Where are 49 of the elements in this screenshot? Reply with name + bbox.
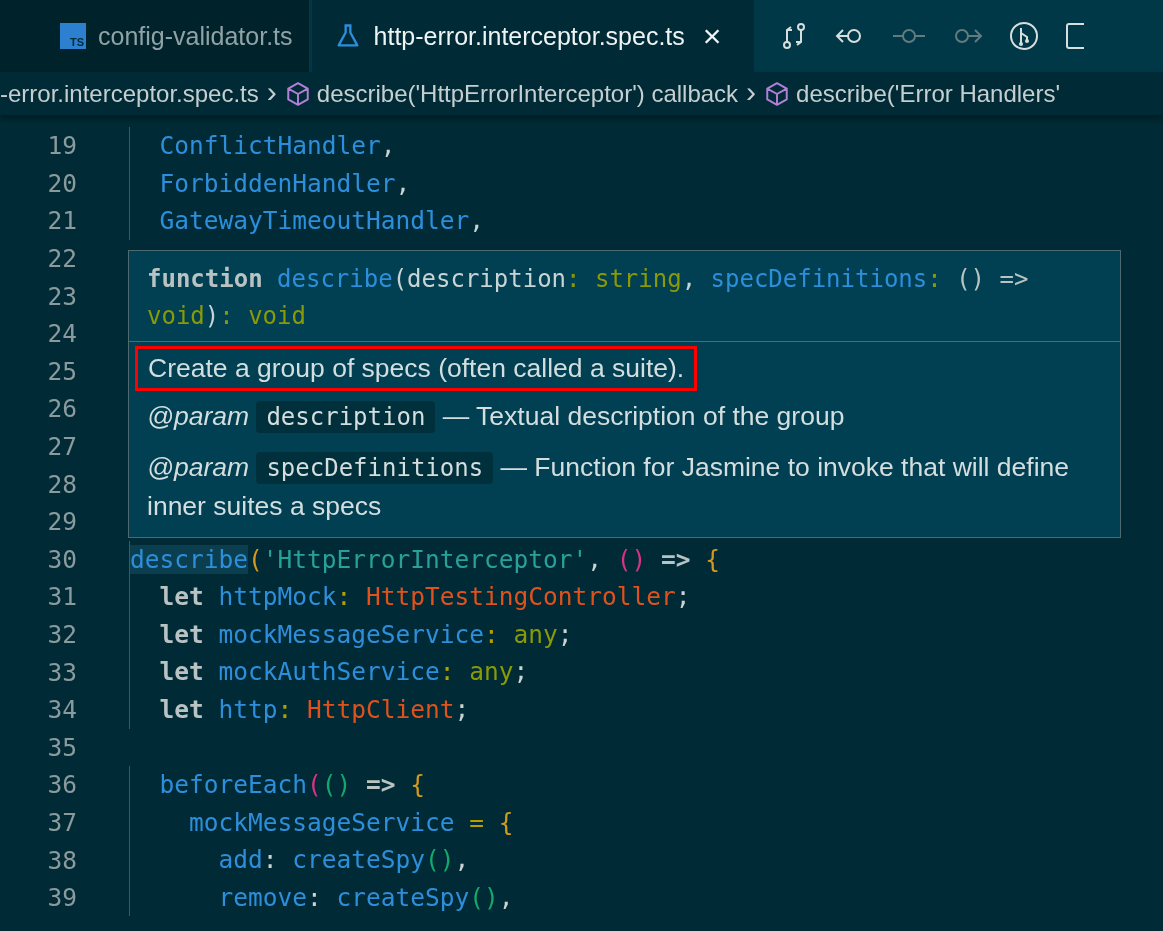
line-number: 31 <box>46 582 77 612</box>
line-number: 34 <box>46 695 77 725</box>
code-line: mockMessageService = { <box>129 803 518 842</box>
line-number: 26 <box>46 394 77 424</box>
breadcrumb-item[interactable]: describe('Error Handlers' <box>796 79 1060 108</box>
breadcrumb-item[interactable]: -error.interceptor.spec.ts <box>0 79 259 108</box>
line-number: 21 <box>46 206 77 236</box>
line-number: 20 <box>46 168 77 198</box>
code-line: describe('HttpErrorInterceptor', () => { <box>129 540 725 579</box>
code-line: ForbiddenHandler, <box>129 164 415 203</box>
line-number: 39 <box>46 883 77 913</box>
chevron-icon: › <box>746 74 757 109</box>
code-line: remove: createSpy(), <box>129 878 518 917</box>
code-line: let http: HttpClient; <box>129 690 474 729</box>
line-number: 38 <box>46 845 77 875</box>
code-line: GatewayTimeoutHandler, <box>129 202 489 240</box>
line-number: 24 <box>46 319 77 349</box>
close-icon[interactable]: × <box>702 20 722 52</box>
line-number: 37 <box>46 808 77 837</box>
line-number: 19 <box>46 131 77 161</box>
breadcrumb-item[interactable]: describe('HttpErrorInterceptor') callback <box>316 79 739 108</box>
line-number: 25 <box>46 356 77 386</box>
param-doc: @param specDefinitions — Function for Jasmine to invoke that will define inner suites a specs <box>146 451 1071 523</box>
branch-circle-icon[interactable] <box>1007 20 1040 52</box>
line-number: 29 <box>46 507 77 537</box>
line-number: 35 <box>46 732 77 762</box>
line-number: 23 <box>46 281 77 311</box>
chevron-icon: › <box>266 74 277 109</box>
line-number: 22 <box>46 244 77 274</box>
line-number: 33 <box>46 657 77 687</box>
code-line: let mockMessageService: any; <box>129 615 577 654</box>
code-line: beforeEach(() => { <box>129 766 430 804</box>
line-number: 28 <box>46 469 77 499</box>
doc-summary: Create a group of specs (often called a suite). <box>135 346 698 391</box>
code-line: add: createSpy(), <box>129 841 474 879</box>
code-line: let httpMock: HttpTestingController; <box>129 578 695 616</box>
split-editor-icon[interactable] <box>1063 20 1084 52</box>
line-number: 36 <box>46 770 77 800</box>
typescript-file-icon: TS <box>60 23 86 49</box>
editor-tab[interactable]: TS config-validator.ts <box>40 0 309 72</box>
param-doc: @param description — Textual description of the group <box>146 400 846 435</box>
line-number: 27 <box>46 432 77 462</box>
cube-icon <box>764 80 791 107</box>
line-number: 30 <box>46 544 77 574</box>
code-line: ConflictHandler, <box>129 127 400 165</box>
line-number: 32 <box>46 620 77 649</box>
function-signature: function describe(description: string, specDefinitions: () => void): void <box>129 251 1120 342</box>
cube-icon <box>284 80 311 107</box>
code-line: let mockAuthService: any; <box>129 653 533 691</box>
